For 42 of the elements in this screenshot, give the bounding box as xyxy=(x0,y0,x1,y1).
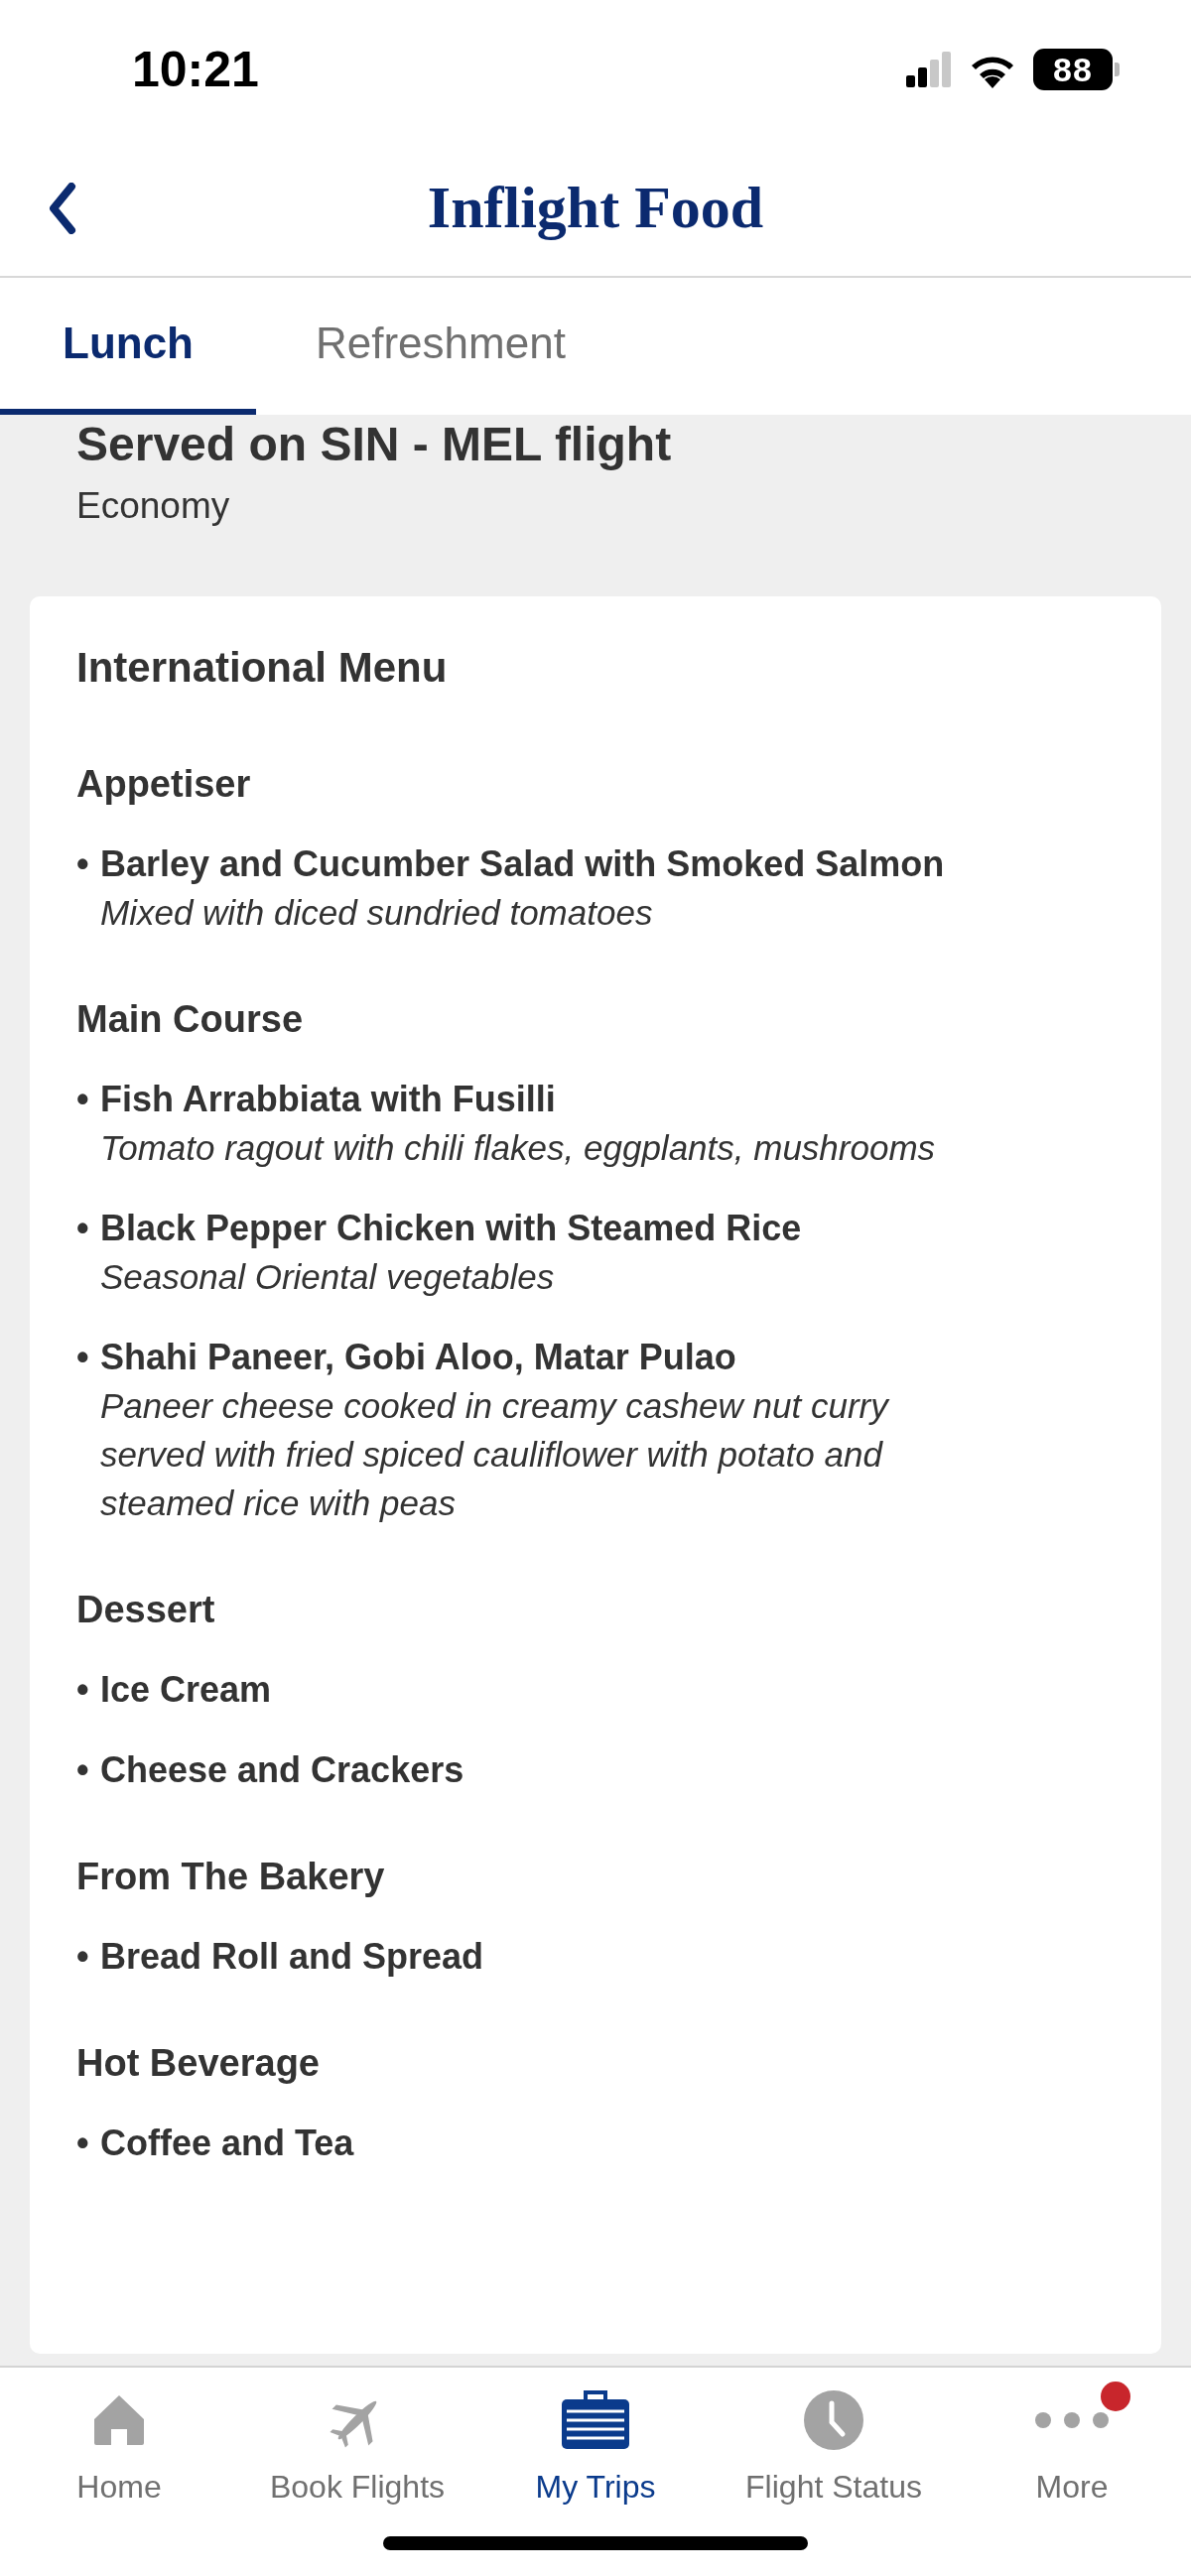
bullet: • xyxy=(76,1078,90,1121)
dish-description: Tomato ragout with chili flakes, eggplants, mushrooms xyxy=(99,1127,937,1169)
tab[interactable]: Refreshment xyxy=(296,278,586,415)
bullet: • xyxy=(76,2122,90,2165)
cabin-class: Economy xyxy=(76,485,231,527)
nav-tab[interactable]: More xyxy=(953,2368,1191,2516)
back-icon[interactable] xyxy=(48,183,77,234)
dish-name: Bread Roll and Spread xyxy=(100,1936,484,1977)
suitcase-icon xyxy=(561,2389,630,2451)
dish-name: Shahi Paneer, Gobi Aloo, Matar Pulao xyxy=(100,1337,736,1377)
dish-description: Paneer cheese cooked in creamy cashew nut curry served with fried spiced cauliflower with potato and steamed rice with peas xyxy=(99,1385,891,1524)
nav-tab[interactable]: Book Flights xyxy=(238,2368,476,2516)
more-icon xyxy=(1033,2410,1111,2430)
clock-icon xyxy=(803,2389,864,2451)
bullet: • xyxy=(76,1207,90,1250)
dish-description: Seasonal Oriental vegetables xyxy=(99,1256,556,1298)
nav-tab[interactable]: My Trips xyxy=(476,2368,715,2516)
section-heading: Dessert xyxy=(76,1589,216,1631)
nav-tab[interactable]: Flight Status xyxy=(715,2368,953,2516)
dish-name: Ice Cream xyxy=(100,1669,272,1710)
bullet: • xyxy=(76,1935,90,1979)
section-heading: From The Bakery xyxy=(76,1856,386,1898)
section-heading: Appetiser xyxy=(76,763,252,806)
bullet: • xyxy=(76,1748,90,1792)
menu-title: International Menu xyxy=(76,644,449,692)
home-icon xyxy=(92,2393,146,2447)
bullet: • xyxy=(76,842,90,886)
signal-icon xyxy=(906,52,952,87)
flight-title: Served on SIN - MEL flight xyxy=(76,417,673,471)
page-title: Inflight Food xyxy=(427,173,764,242)
dish-name: Fish Arrabbiata with Fusilli xyxy=(100,1079,556,1119)
status-time: 10:21 xyxy=(132,41,259,98)
nav-tab[interactable]: Home xyxy=(0,2368,238,2516)
bullet: • xyxy=(76,1668,90,1712)
dish-name: Black Pepper Chicken with Steamed Rice xyxy=(100,1208,802,1248)
dish-description: Mixed with diced sundried tomatoes xyxy=(99,892,654,934)
dish-name: Barley and Cucumber Salad with Smoked Salmon xyxy=(100,843,945,884)
section-heading: Hot Beverage xyxy=(76,2042,321,2085)
dish-name: Cheese and Crackers xyxy=(100,1749,464,1790)
dish-name: Coffee and Tea xyxy=(100,2123,354,2163)
bullet: • xyxy=(76,1336,90,1379)
section-heading: Main Course xyxy=(76,998,305,1041)
